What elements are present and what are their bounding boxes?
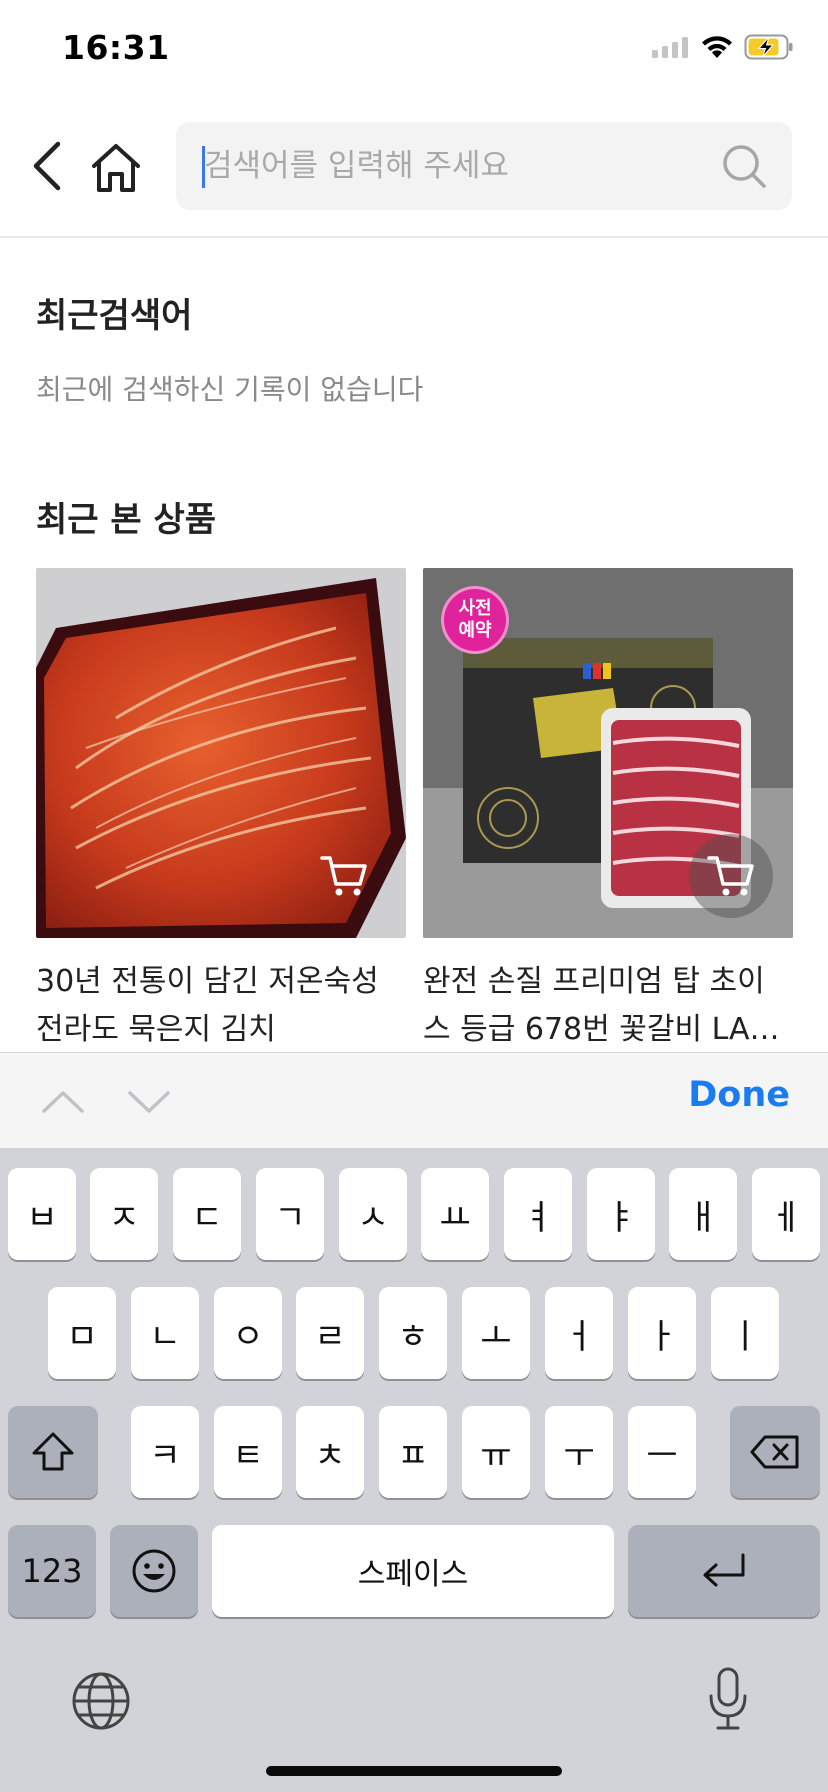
key[interactable]: ㅑ: [587, 1168, 655, 1260]
product-name-line: 전라도 묵은지 김치: [36, 1012, 276, 1047]
microphone-icon: [709, 1667, 747, 1730]
product-image-kimchi[interactable]: [36, 568, 406, 938]
key[interactable]: ㅈ: [90, 1168, 158, 1260]
product-name[interactable]: 완전 손질 프리미엄 탑 초이 스 등급 678번 꽃갈비 LA…: [423, 958, 799, 1054]
key[interactable]: ㅗ: [462, 1287, 530, 1379]
dictation-key[interactable]: [706, 1666, 750, 1732]
add-to-cart-button[interactable]: [302, 834, 386, 918]
backspace-icon: [750, 1435, 799, 1469]
badge-line: 사전: [458, 598, 492, 619]
key[interactable]: ㅂ: [8, 1168, 76, 1260]
search-submit-button[interactable]: [720, 142, 768, 190]
badge-line: 예약: [458, 620, 492, 641]
key[interactable]: ㅁ: [48, 1287, 116, 1379]
key[interactable]: ㄹ: [296, 1287, 364, 1379]
done-button[interactable]: Done: [688, 1075, 790, 1115]
key[interactable]: ㅕ: [504, 1168, 572, 1260]
keyboard-accessory-toolbar: Done: [0, 1052, 828, 1149]
key[interactable]: ㄴ: [131, 1287, 199, 1379]
recently-viewed-title: 최근 본 상품: [36, 500, 217, 540]
home-icon: [92, 144, 140, 192]
recent-searches-title: 최근검색어: [36, 296, 193, 336]
product-name[interactable]: 30년 전통이 담긴 저온숙성 전라도 묵은지 김치: [36, 958, 412, 1054]
key[interactable]: ㅠ: [462, 1406, 530, 1498]
home-button[interactable]: [88, 140, 144, 196]
cart-icon: [707, 856, 754, 896]
key[interactable]: ㄱ: [256, 1168, 324, 1260]
chevron-left-icon: [33, 141, 61, 191]
key[interactable]: ㅓ: [545, 1287, 613, 1379]
return-key[interactable]: [628, 1525, 820, 1617]
emoji-icon: [132, 1549, 176, 1593]
search-icon: [723, 145, 766, 188]
key[interactable]: ㅅ: [339, 1168, 407, 1260]
key[interactable]: ㅊ: [296, 1406, 364, 1498]
battery-charging-icon: [744, 34, 794, 64]
chevron-down-icon: [128, 1091, 170, 1113]
status-bar: 16:31: [0, 0, 828, 100]
product-name-line: 완전 손질 프리미엄 탑 초이: [423, 964, 765, 999]
key[interactable]: ㅌ: [214, 1406, 282, 1498]
wifi-icon: [700, 34, 734, 64]
search-input[interactable]: [200, 122, 700, 210]
add-to-cart-button[interactable]: [689, 834, 773, 918]
cellular-signal-icon: [652, 36, 690, 62]
shift-icon: [32, 1432, 74, 1471]
key[interactable]: ㅍ: [379, 1406, 447, 1498]
search-box[interactable]: [176, 122, 792, 210]
key[interactable]: ㅐ: [669, 1168, 737, 1260]
status-time: 16:31: [62, 28, 170, 67]
home-indicator: [266, 1766, 562, 1776]
pre-order-badge: 사전 예약: [441, 586, 509, 654]
key[interactable]: ㅔ: [752, 1168, 820, 1260]
shift-key[interactable]: [8, 1406, 98, 1498]
back-button[interactable]: [28, 138, 68, 194]
chevron-up-icon: [42, 1091, 84, 1113]
search-header: [0, 100, 828, 238]
key[interactable]: ㅛ: [421, 1168, 489, 1260]
globe-icon: [72, 1672, 130, 1730]
key[interactable]: ㅣ: [711, 1287, 779, 1379]
next-field-button[interactable]: [124, 1081, 174, 1121]
product-name-line: 30년 전통이 담긴 저온숙성: [36, 964, 379, 999]
cart-icon: [320, 856, 367, 896]
return-icon: [703, 1553, 745, 1587]
key[interactable]: ㅡ: [628, 1406, 696, 1498]
numbers-key[interactable]: 123: [8, 1525, 96, 1617]
korean-keyboard: ㅂ ㅈ ㄷ ㄱ ㅅ ㅛ ㅕ ㅑ ㅐ ㅔ ㅁ ㄴ ㅇ ㄹ ㅎ ㅗ ㅓ ㅏ ㅣ ㅋ …: [0, 1148, 828, 1792]
key[interactable]: ㅜ: [545, 1406, 613, 1498]
product-card[interactable]: 30년 전통이 담긴 저온숙성 전라도 묵은지 김치: [36, 568, 406, 1054]
previous-field-button[interactable]: [38, 1081, 88, 1121]
product-image-galbi[interactable]: 사전 예약: [423, 568, 793, 938]
status-icons: [652, 34, 794, 64]
recent-searches-empty-message: 최근에 검색하신 기록이 없습니다: [36, 373, 424, 406]
key[interactable]: ㅎ: [379, 1287, 447, 1379]
product-card[interactable]: 사전 예약 완전 손질 프리미엄 탑 초이 스 등급 678번 꽃갈비 LA…: [423, 568, 793, 1054]
key[interactable]: ㅇ: [214, 1287, 282, 1379]
space-key[interactable]: 스페이스: [212, 1525, 614, 1617]
key[interactable]: ㅋ: [131, 1406, 199, 1498]
emoji-key[interactable]: [110, 1525, 198, 1617]
key[interactable]: ㄷ: [173, 1168, 241, 1260]
globe-key[interactable]: [70, 1670, 132, 1732]
key[interactable]: ㅏ: [628, 1287, 696, 1379]
product-name-line: 스 등급 678번 꽃갈비 LA…: [423, 1012, 780, 1047]
backspace-key[interactable]: [730, 1406, 820, 1498]
